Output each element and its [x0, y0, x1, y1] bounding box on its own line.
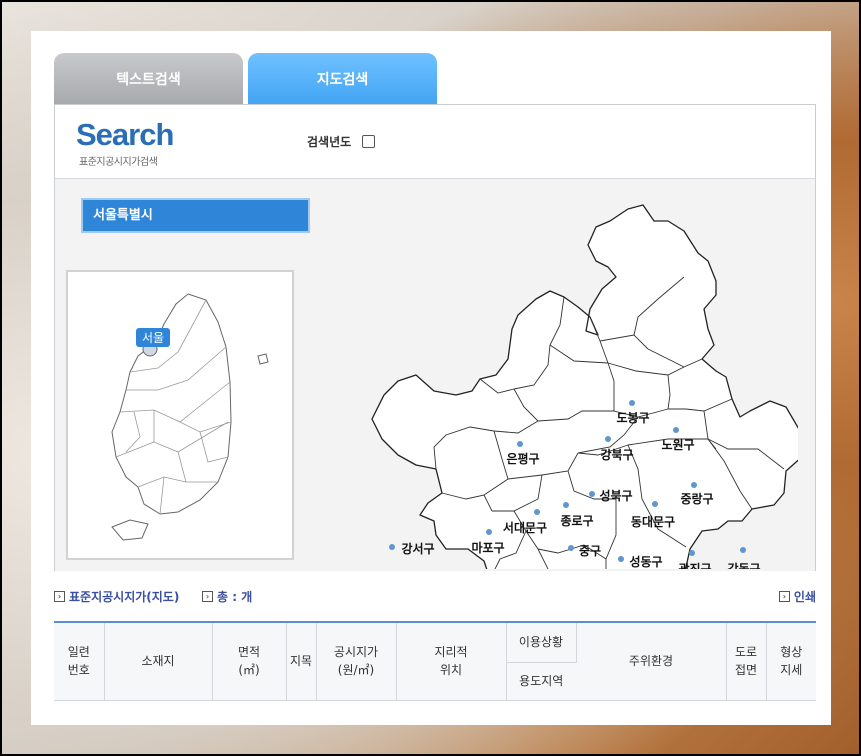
tab-map-search[interactable]: 지도검색 — [248, 53, 437, 104]
result-title-text: 표준지공시지가(지도) — [69, 590, 180, 604]
district-label: 은평구 — [506, 452, 539, 466]
col-geo: 지리적 위치 — [396, 622, 507, 701]
district-dot — [563, 502, 569, 508]
district-label: 강북구 — [600, 448, 633, 462]
col-road: 도로 접면 — [726, 622, 767, 701]
district-dot — [534, 509, 540, 515]
district-dot — [740, 547, 746, 553]
print-button-label: 인쇄 — [793, 590, 816, 604]
district-dot — [517, 441, 523, 447]
print-button[interactable]: › 인쇄 — [778, 588, 816, 605]
col-price: 공시지가 (원/㎡) — [316, 622, 397, 701]
result-total-text: 총 : 개 — [217, 590, 253, 604]
district-label: 성북구 — [599, 489, 632, 503]
search-year-label: 검색년도 — [307, 135, 352, 149]
district-dot — [589, 491, 595, 497]
col-landcat: 지목 — [286, 622, 317, 701]
map-search-box: Search 표준지공시지가검색 검색년도 서울특별시 서울 도봉구 노원구 강… — [54, 104, 816, 571]
district-dot — [673, 427, 679, 433]
col-area: 면적 (㎡) — [212, 622, 287, 701]
district-label: 동대문구 — [631, 515, 675, 529]
tab-text-search[interactable]: 텍스트검색 — [54, 53, 243, 104]
col-serial: 일련 번호 — [54, 622, 105, 701]
map-area: 서울특별시 서울 도봉구 노원구 강북구 은평구 성북구 중랑구 종로구 동대문… — [55, 179, 815, 571]
col-usage: 이용상황 — [506, 622, 577, 663]
korea-map: 서울 — [111, 293, 269, 541]
district-dot — [568, 545, 574, 551]
col-zone: 용도지역 — [506, 662, 576, 701]
district-label: 중랑구 — [680, 492, 713, 506]
search-header: Search 표준지공시지가검색 검색년도 — [55, 105, 815, 179]
result-total: › 총 : 개 — [202, 588, 252, 605]
chevron-right-icon: › — [54, 591, 65, 602]
col-env: 주위환경 — [576, 622, 727, 701]
district-dot — [652, 501, 658, 507]
district-label: 강서구 — [401, 541, 434, 556]
korea-outline — [111, 293, 232, 515]
col-shape: 형상 지세 — [766, 622, 816, 701]
district-label: 중구 — [579, 544, 601, 558]
chevron-right-icon: › — [778, 591, 790, 602]
district-dot — [618, 556, 624, 562]
district-9[interactable]: 강서구 — [389, 541, 435, 556]
chevron-right-icon: › — [202, 591, 213, 602]
search-logo: Search — [76, 117, 174, 152]
district-label: 노원구 — [661, 438, 694, 452]
district-label: 강동구 — [727, 562, 760, 569]
district-dot — [486, 529, 492, 535]
district-dot — [389, 544, 395, 550]
district-label: 서대문구 — [503, 520, 547, 535]
district-label: 마포구 — [471, 540, 504, 555]
ulleung-island — [257, 353, 269, 365]
city-select[interactable]: 서울특별시 — [81, 198, 310, 233]
result-bar: › 표준지공시지가(지도) › 총 : 개 › 인쇄 — [54, 588, 816, 608]
district-dot — [691, 482, 697, 488]
district-dot — [629, 400, 635, 406]
main-panel: 텍스트검색 지도검색 Search 표준지공시지가검색 검색년도 서울특별시 서… — [31, 31, 831, 725]
district-label: 도봉구 — [616, 411, 649, 425]
jeju-island — [111, 519, 149, 541]
seoul-district-map: 도봉구노원구강북구 은평구성북구 중랑구종로구 동대문구 서대문구강서구 마포구 중구성동구… — [371, 204, 798, 569]
seoul-marker-label: 서울 — [142, 331, 164, 345]
district-dot — [689, 550, 695, 556]
district-dot — [605, 436, 611, 442]
search-logo-subtitle: 표준지공시지가검색 — [79, 157, 158, 168]
results-table: 일련 번호 소재지 면적 (㎡) 지목 공시지가 (원/㎡) 지리적 위치 이용상황 주… — [54, 621, 816, 701]
district-label: 성동구 — [629, 555, 662, 569]
search-year-checkbox[interactable] — [362, 135, 375, 148]
result-title: › 표준지공시지가(지도) — [54, 588, 179, 605]
district-label: 광진구 — [678, 561, 711, 569]
korea-map-box: 서울 — [66, 270, 294, 560]
col-location: 소재지 — [104, 622, 213, 701]
district-14[interactable]: 강동구 — [727, 547, 761, 569]
district-label: 종로구 — [560, 514, 593, 528]
